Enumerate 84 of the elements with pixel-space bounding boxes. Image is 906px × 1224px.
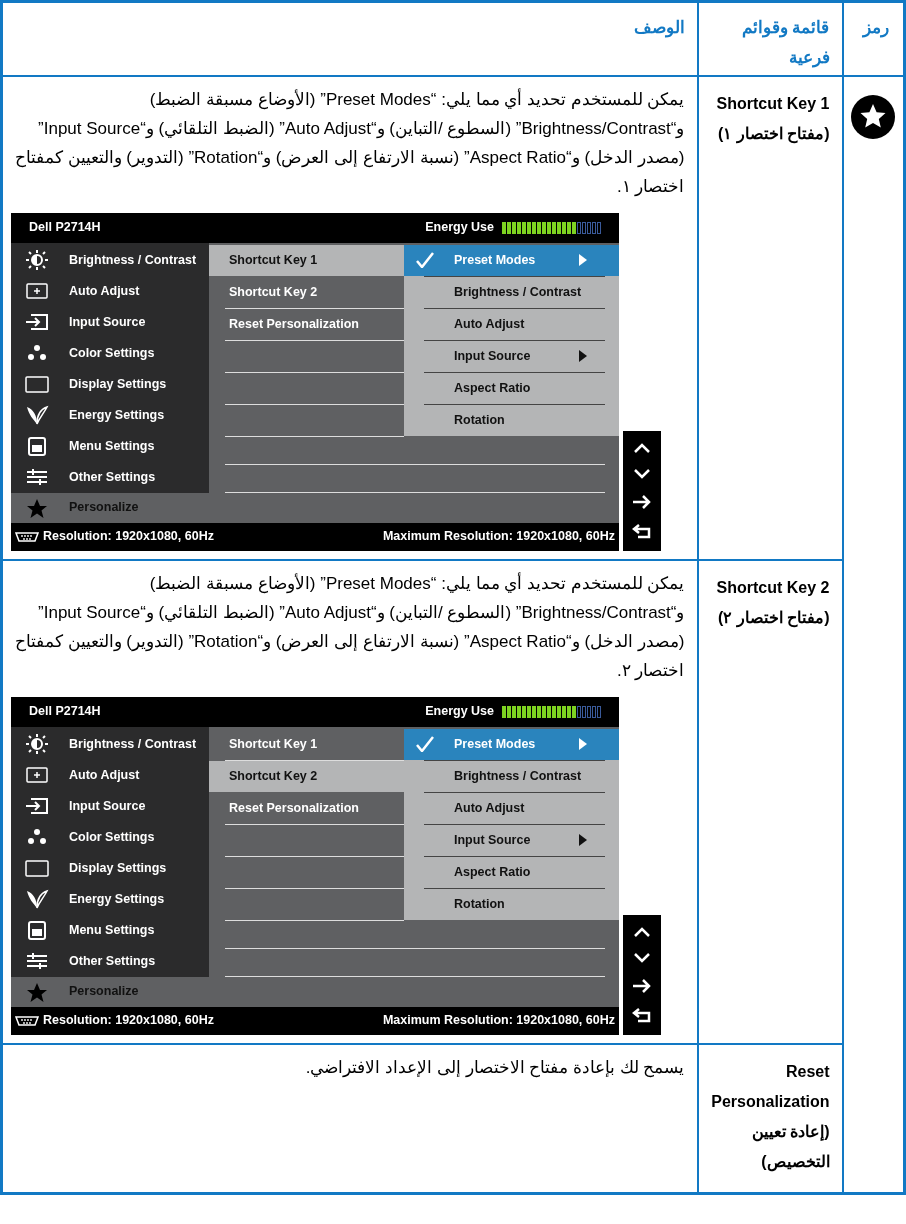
menu-name: Shortcut Key 1 (مفتاح اختصار ١): [697, 75, 843, 560]
menu-item[interactable]: Auto Adjust: [11, 759, 209, 791]
sliders-icon: [25, 951, 49, 971]
energy-label: Energy Use: [425, 219, 494, 237]
menu-item[interactable]: Input Source: [11, 306, 209, 338]
input-arrow-icon: [25, 312, 49, 332]
arrow-right-icon: [632, 978, 652, 993]
menu-item[interactable]: Color Settings: [11, 337, 209, 369]
menu-item[interactable]: Display Settings: [11, 852, 209, 884]
menu-item[interactable]: Energy Settings: [11, 883, 209, 915]
triangle-right-icon: [579, 834, 587, 846]
submenu-item[interactable]: Shortcut Key 1: [209, 728, 404, 760]
submenu-item[interactable]: Reset Personalization: [209, 308, 404, 340]
max-resolution-text: Maximum Resolution: 1920x1080, 60Hz: [382, 528, 615, 546]
chevron-down-icon: [633, 468, 651, 481]
submenu-item[interactable]: Reset Personalization: [209, 792, 404, 824]
window-icon: [25, 920, 49, 940]
dots-icon: [25, 827, 49, 847]
triangle-right-icon: [579, 350, 587, 362]
check-icon: [416, 736, 434, 752]
max-resolution-text: Maximum Resolution: 1920x1080, 60Hz: [382, 1012, 615, 1030]
menu-item[interactable]: Display Settings: [11, 368, 209, 400]
menu-item[interactable]: Brightness / Contrast: [11, 244, 209, 276]
bracket-plus-icon: [25, 765, 49, 785]
rectangle-icon: [25, 858, 49, 878]
option-item[interactable]: Auto Adjust: [404, 308, 619, 340]
resolution-text: Resolution: 1920x1080, 60Hz: [43, 1012, 214, 1030]
dots-icon: [25, 343, 49, 363]
option-item[interactable]: Preset Modes: [404, 728, 619, 760]
chevron-down-icon: [633, 952, 651, 965]
option-item[interactable]: Brightness / Contrast: [404, 276, 619, 308]
description-text: يمكن للمستخدم تحديد أي مما يلي: “Preset Modes” (الأوضاع مسبقة الضبط) و“Brightness/Contrast” (السطوع /التباين) و“Auto Adjust” (الضبط التلقائي) و“Input Source” (مصدر الدخل) و“Aspect Ratio” (نسبة الارتفاع إلى العرض) و“Rotation” (التدوير) والتعيين كمفتاح اختصار ٢.: [13, 571, 685, 682]
bracket-plus-icon: [25, 281, 49, 301]
submenu-item[interactable]: Shortcut Key 2: [209, 760, 404, 792]
menu-item[interactable]: Energy Settings: [11, 399, 209, 431]
menu-name: Shortcut Key 2 (مفتاح اختصار ٢): [697, 559, 843, 1044]
option-item[interactable]: Input Source: [404, 824, 619, 856]
connector-icon: [15, 530, 39, 543]
option-item[interactable]: Rotation: [404, 404, 619, 436]
sun-icon: [25, 250, 49, 270]
menu-item[interactable]: Menu Settings: [11, 430, 209, 462]
star-icon: [25, 497, 49, 518]
model-name: Dell P2714H: [29, 703, 101, 721]
option-item[interactable]: Input Source: [404, 340, 619, 372]
model-name: Dell P2714H: [29, 219, 101, 237]
menu-item[interactable]: Other Settings: [11, 461, 209, 493]
menu-header: قائمة وقوائم فرعية: [697, 1, 843, 76]
energy-label: Energy Use: [425, 703, 494, 721]
leaf-icon: [25, 405, 49, 425]
triangle-right-icon: [579, 254, 587, 266]
rectangle-icon: [25, 374, 49, 394]
menu-item[interactable]: Menu Settings: [11, 914, 209, 946]
submenu-item[interactable]: Shortcut Key 2: [209, 276, 404, 308]
description-text: يسمح لك بإعادة مفتاح الاختصار إلى الإعداد الافتراضي.: [304, 1056, 685, 1080]
menu-item[interactable]: Color Settings: [11, 821, 209, 853]
menu-item[interactable]: Other Settings: [11, 945, 209, 977]
description-text: يمكن للمستخدم تحديد أي مما يلي: “Preset Modes” (الأوضاع مسبقة الضبط) و“Brightness/Contrast” (السطوع /التباين) و“Auto Adjust” (الضبط التلقائي) و“Input Source” (مصدر الدخل) و“Aspect Ratio” (نسبة الارتفاع إلى العرض) و“Rotation” (التدوير) والتعيين كمفتاح اختصار ١.: [13, 87, 685, 198]
sun-icon: [25, 734, 49, 754]
option-item[interactable]: Rotation: [404, 888, 619, 920]
back-arrow-icon: [632, 1007, 652, 1024]
leaf-icon: [25, 889, 49, 909]
option-item[interactable]: Preset Modes: [404, 244, 619, 276]
option-item[interactable]: Aspect Ratio: [404, 372, 619, 404]
chevron-up-icon: [633, 925, 651, 938]
menu-item[interactable]: Brightness / Contrast: [11, 728, 209, 760]
chevron-up-icon: [633, 441, 651, 454]
option-item[interactable]: Brightness / Contrast: [404, 760, 619, 792]
symbol-header: رمز: [842, 1, 905, 76]
option-item[interactable]: Aspect Ratio: [404, 856, 619, 888]
input-arrow-icon: [25, 796, 49, 816]
arrow-right-icon: [632, 494, 652, 509]
submenu-item[interactable]: Shortcut Key 1: [209, 244, 404, 276]
star-circle-icon: [851, 94, 896, 139]
triangle-right-icon: [579, 738, 587, 750]
option-item[interactable]: Auto Adjust: [404, 792, 619, 824]
window-icon: [25, 436, 49, 456]
connector-icon: [15, 1014, 39, 1027]
star-icon: [25, 981, 49, 1002]
sliders-icon: [25, 467, 49, 487]
back-arrow-icon: [632, 523, 652, 540]
menu-item[interactable]: Input Source: [11, 790, 209, 822]
menu-item[interactable]: Auto Adjust: [11, 275, 209, 307]
check-icon: [416, 252, 434, 268]
resolution-text: Resolution: 1920x1080, 60Hz: [43, 528, 214, 546]
